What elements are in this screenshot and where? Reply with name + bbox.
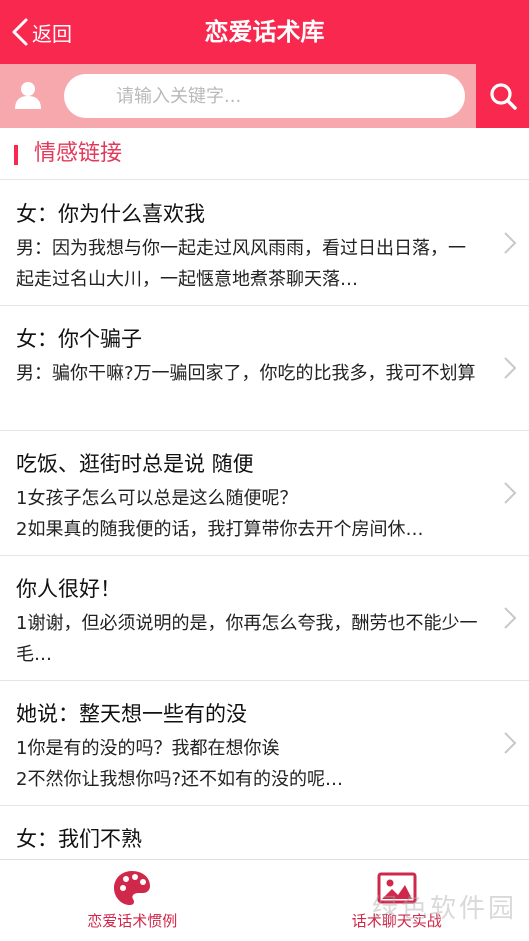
phrase-list[interactable]: 女：你为什么喜欢我 男：因为我想与你一起走过风风雨雨，看过日出日落，一起走过名山… bbox=[0, 181, 529, 859]
tab-phrase-examples[interactable]: 恋爱话术惯例 bbox=[0, 860, 265, 941]
item-body: 1女孩子怎么可以总是这么随便呢？ 2如果真的随我便的话，我打算带你去开个房间休… bbox=[16, 488, 424, 540]
chevron-right-icon bbox=[504, 482, 517, 504]
list-item[interactable]: 女：你为什么喜欢我 男：因为我想与你一起走过风风雨雨，看过日出日落，一起走过名山… bbox=[0, 181, 529, 306]
tab-phrase-examples-label: 恋爱话术惯例 bbox=[87, 912, 178, 930]
user-button[interactable] bbox=[14, 80, 42, 110]
list-item[interactable]: 吃饭、逛街时总是说 随便 1女孩子怎么可以总是这么随便呢？ 2如果真的随我便的话… bbox=[0, 431, 529, 556]
section-title: 情感链接 bbox=[34, 141, 123, 166]
chevron-right-icon bbox=[504, 732, 517, 754]
palette-icon bbox=[114, 871, 151, 905]
user-icon bbox=[15, 82, 41, 109]
tab-chat-practice-label: 话术聊天实战 bbox=[351, 912, 442, 930]
item-title: 你人很好！ bbox=[16, 577, 121, 601]
item-title: 她说：整天想一些有的没 bbox=[16, 702, 247, 726]
bottom-nav: 恋爱话术惯例 话术聊天实战 bbox=[0, 859, 529, 941]
item-body: 1你是有的没的吗？我都在想你诶 2不然你让我想你吗?还不如有的没的呢… bbox=[16, 738, 344, 790]
item-title: 吃饭、逛街时总是说 随便 bbox=[16, 452, 254, 476]
item-body: 男：因为我想与你一起走过风风雨雨，看过日出日落，一起走过名山大川，一起惬意地煮茶… bbox=[16, 238, 466, 290]
section-header: 情感链接 bbox=[0, 128, 529, 180]
search-icon bbox=[489, 83, 517, 110]
item-body: 男：骗你干嘛?万一骗回家了，你吃的比我多，我可不划算 bbox=[16, 363, 476, 384]
item-title: 女：我们不熟 bbox=[16, 827, 142, 851]
list-item[interactable]: 她说：整天想一些有的没 1你是有的没的吗？我都在想你诶 2不然你让我想你吗?还不… bbox=[0, 681, 529, 806]
tab-chat-practice[interactable]: 话术聊天实战 bbox=[265, 860, 529, 941]
search-input[interactable] bbox=[64, 74, 465, 118]
page-title: 恋爱话术库 bbox=[204, 18, 325, 46]
item-title: 女：你为什么喜欢我 bbox=[16, 202, 205, 226]
list-item[interactable]: 你人很好！ 1谢谢，但必须说明的是，你再怎么夸我，酬劳也不能少一毛… bbox=[0, 556, 529, 681]
chevron-right-icon bbox=[504, 357, 517, 379]
image-icon bbox=[377, 872, 417, 904]
item-body: 1谢谢，但必须说明的是，你再怎么夸我，酬劳也不能少一毛… bbox=[16, 613, 478, 665]
search-button[interactable] bbox=[476, 64, 529, 128]
top-bar: 返回 恋爱话术库 bbox=[0, 0, 529, 64]
search-bar bbox=[0, 64, 529, 128]
list-item[interactable]: 女：我们不熟 bbox=[0, 806, 529, 859]
section-accent-bar bbox=[14, 145, 18, 165]
chevron-right-icon bbox=[504, 607, 517, 629]
list-item[interactable]: 女：你个骗子 男：骗你干嘛?万一骗回家了，你吃的比我多，我可不划算 bbox=[0, 306, 529, 431]
chevron-right-icon bbox=[504, 232, 517, 254]
item-title: 女：你个骗子 bbox=[16, 327, 142, 351]
